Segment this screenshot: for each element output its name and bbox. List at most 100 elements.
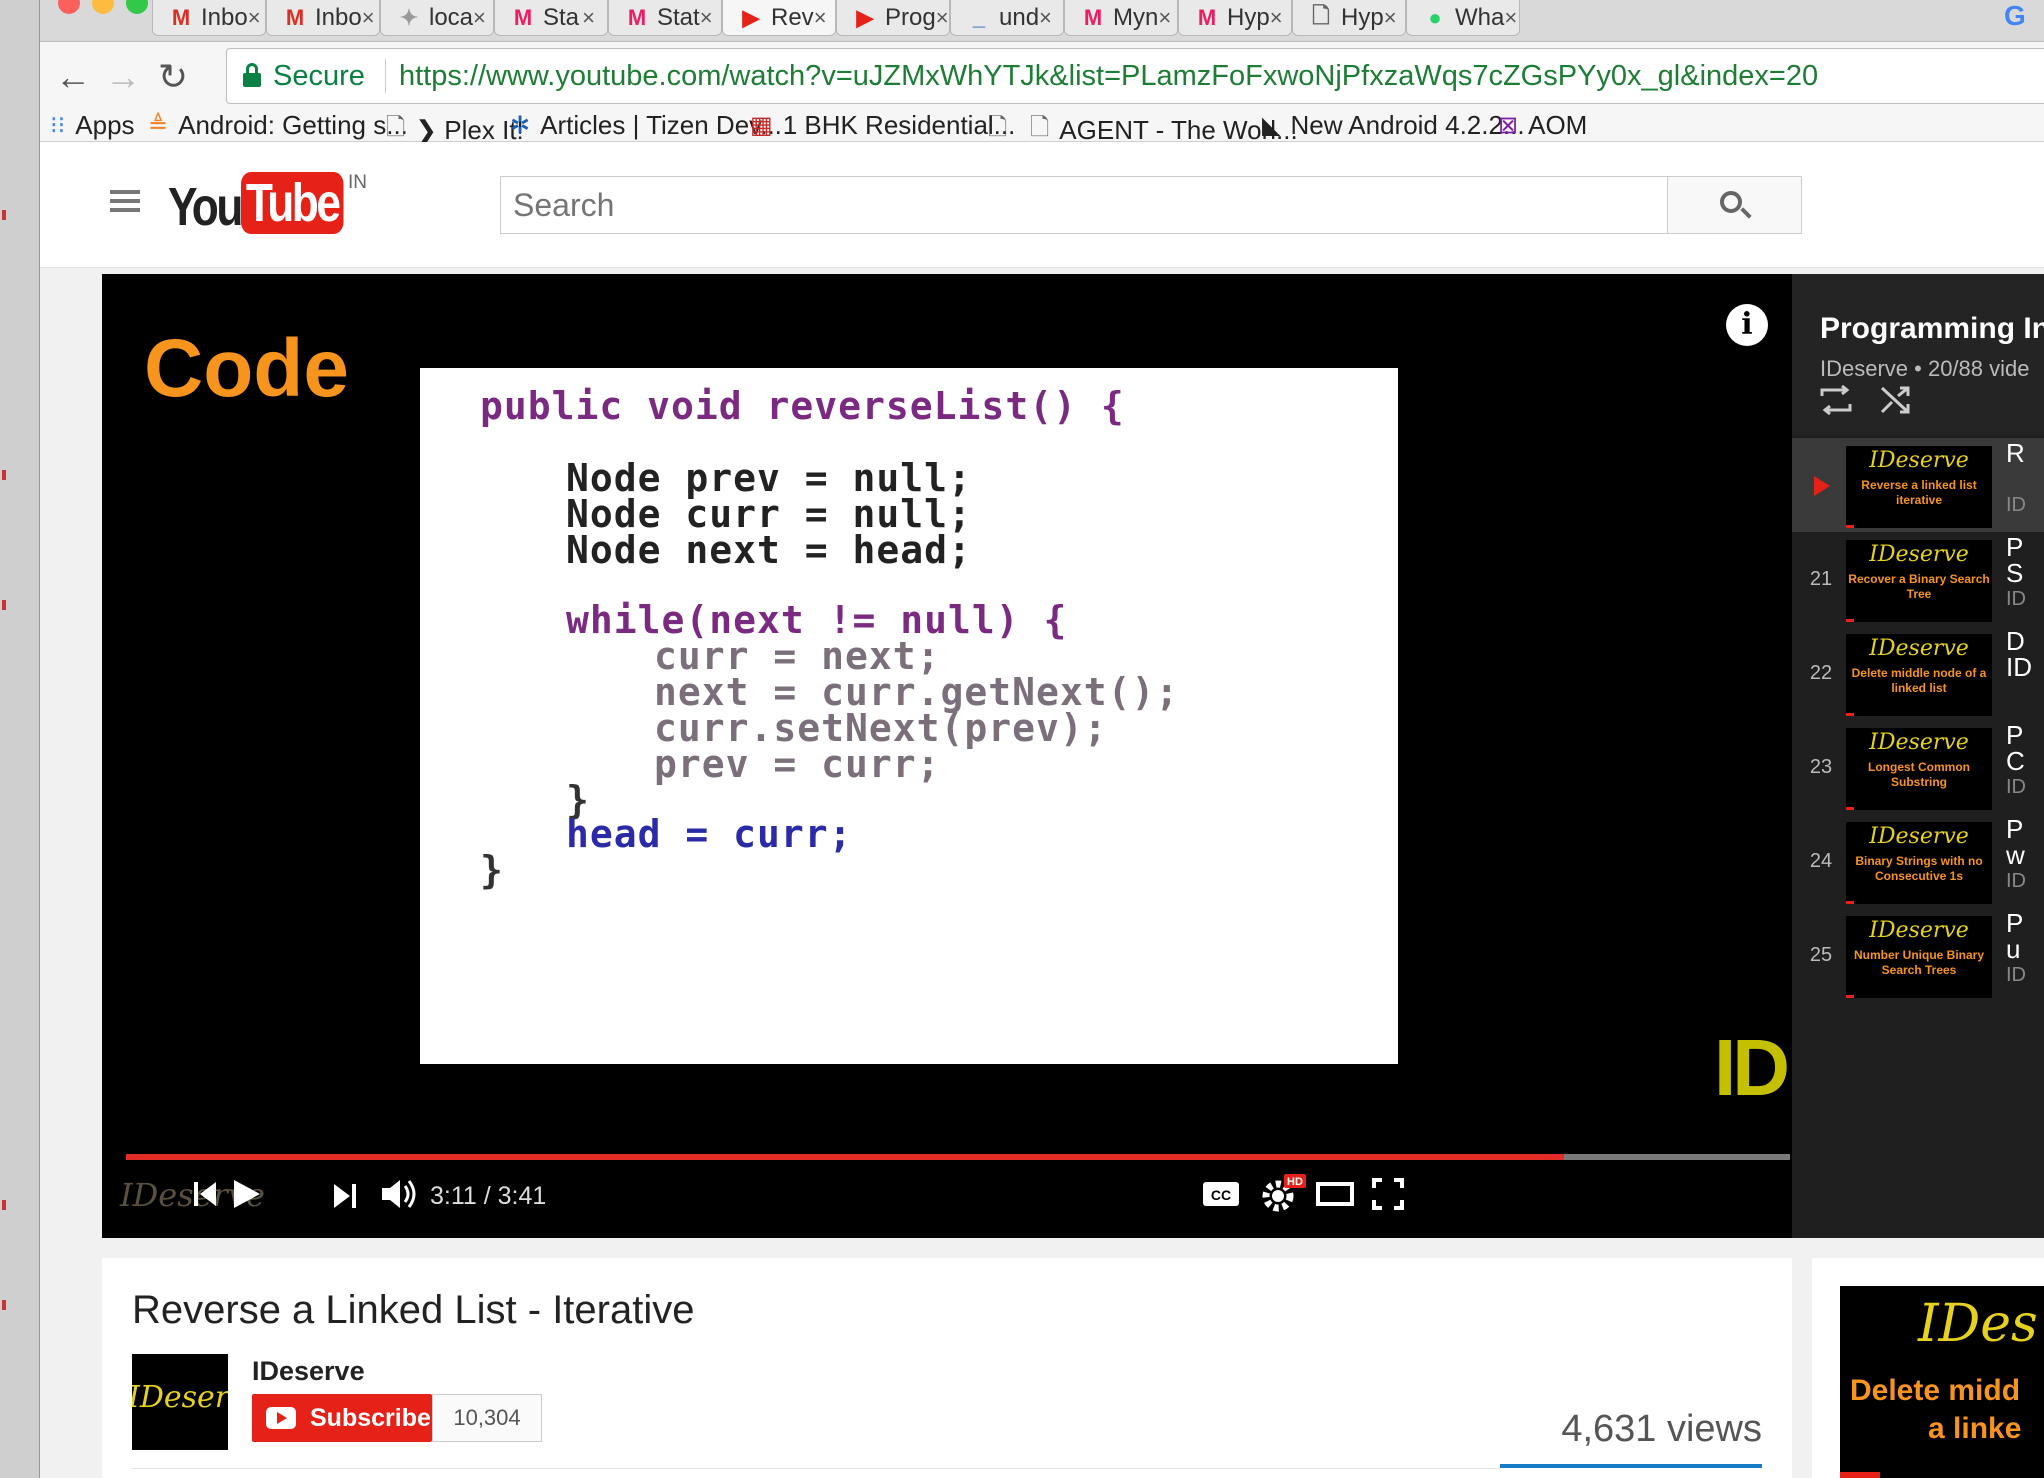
browser-tab[interactable]: 🗋 Hyp ×: [1292, 0, 1406, 36]
bookmark-item[interactable]: ≜ Android: Getting s...: [148, 110, 408, 141]
forward-arrow-icon[interactable]: →: [98, 52, 148, 102]
close-tab-icon[interactable]: ×: [582, 5, 595, 31]
browser-tab[interactable]: M Inbo ×: [152, 0, 266, 36]
close-tab-icon[interactable]: ×: [1504, 5, 1517, 31]
youtube-logo[interactable]: You Tube IN: [168, 172, 367, 242]
security-label: Secure: [273, 60, 365, 92]
tizen-icon: ✲: [510, 112, 531, 139]
close-tab-icon[interactable]: ×: [1270, 5, 1283, 31]
bookmark-item[interactable]: ◣ New Android 4.2.2...: [1262, 110, 1525, 141]
bookmark-label: Apps: [75, 110, 135, 140]
thumbnail-brand: IDeserve: [1869, 636, 1969, 661]
masthead: You Tube IN: [40, 142, 2044, 268]
menu-icon[interactable]: [110, 190, 140, 214]
playlist-item-title: C: [2006, 746, 2025, 776]
subscribe-label: Subscribe: [310, 1403, 431, 1432]
close-tab-icon[interactable]: ×: [362, 5, 375, 31]
playlist-item[interactable]: 22 IDeserve Delete middle node of a linked…: [1792, 626, 2044, 720]
close-tab-icon[interactable]: ×: [1384, 5, 1397, 31]
browser-tab[interactable]: ● Wha ×: [1406, 0, 1520, 36]
bookmark-label: 1 BHK Residential...: [782, 110, 1016, 140]
video-title: Reverse a Linked List - Iterative: [132, 1288, 695, 1332]
google-icon[interactable]: G: [2004, 0, 2044, 36]
tab-label: Myn: [1113, 3, 1159, 31]
code-line-text: public void reverseList() {: [480, 384, 1125, 428]
playlist-title[interactable]: Programming In: [1820, 312, 2044, 346]
loop-icon[interactable]: [1816, 382, 1856, 418]
code-slide: public void reverseList() { Node prev = …: [420, 368, 1398, 1064]
browser-tab[interactable]: ▶ Prog ×: [836, 0, 950, 36]
magicbricks-icon: ▦: [750, 112, 773, 139]
volume-icon[interactable]: [378, 1174, 422, 1214]
code-line: }: [480, 848, 504, 892]
like-ratio-bar: [1500, 1464, 1762, 1468]
bookmark-item[interactable]: ✲ Articles | Tizen Dev...: [510, 110, 782, 141]
browser-tab[interactable]: M Hyp ×: [1178, 0, 1292, 36]
thumbnail-title: Number Unique Binary Search Trees: [1853, 948, 1985, 977]
playlist-item[interactable]: 25 IDeserve Number Unique Binary Search Tr…: [1792, 908, 2044, 1002]
search-field[interactable]: [500, 176, 1668, 234]
close-tab-icon[interactable]: ×: [1158, 5, 1171, 31]
browser-tab[interactable]: M Sta ×: [494, 0, 608, 36]
video-player[interactable]: Code public void reverseList() { Node pr…: [102, 274, 1792, 1238]
playlist-index: 22: [1809, 662, 1833, 684]
aom-icon: ⊠: [1498, 112, 1519, 139]
gmail-icon: M: [171, 4, 191, 30]
playlist-item[interactable]: 23 IDeserve Longest Common Substring P C ID: [1792, 720, 2044, 814]
search-button[interactable]: [1668, 176, 1802, 234]
settings-gear-icon[interactable]: HD: [1258, 1168, 1310, 1216]
close-tab-icon[interactable]: ×: [473, 5, 486, 31]
up-next-brand: IDes: [1918, 1294, 2038, 1354]
playlist-item[interactable]: 21 IDeserve Recover a Binary Search Tree P S…: [1792, 532, 2044, 626]
url-text[interactable]: https://www.youtube.com/watch?v=uJZMxWhY…: [399, 60, 1818, 93]
zoom-window-icon[interactable]: [126, 0, 148, 14]
puzzle-icon: ✦: [399, 4, 419, 30]
playlist-header: Programming In IDeserve • 20/88 vide: [1792, 274, 2044, 434]
fullscreen-icon[interactable]: [1370, 1176, 1406, 1212]
divider: [132, 1468, 1500, 1469]
youtube-play-icon: [266, 1407, 296, 1429]
browser-tab[interactable]: ✦ loca ×: [380, 0, 494, 36]
close-window-icon[interactable]: [58, 0, 80, 14]
shuffle-icon[interactable]: [1876, 380, 1916, 420]
region-label: IN: [347, 172, 367, 193]
playlist-item[interactable]: 24 IDeserve Binary Strings with no Consecu…: [1792, 814, 2044, 908]
captions-icon[interactable]: CC: [1200, 1176, 1244, 1212]
playlist-index: 25: [1809, 944, 1833, 966]
thumbnail-title: Delete middle node of a linked list: [1851, 666, 1987, 695]
close-tab-icon[interactable]: ×: [1039, 5, 1052, 31]
close-tab-icon[interactable]: ×: [248, 5, 261, 31]
bookmark-item[interactable]: ⁝⁝ Apps: [50, 110, 135, 141]
playlist-item-title: ID: [2006, 652, 2032, 682]
browser-tab[interactable]: _ und ×: [950, 0, 1064, 36]
channel-avatar[interactable]: IDeserve: [132, 1354, 228, 1450]
playlist-item-title: R: [2006, 438, 2025, 468]
browser-tab[interactable]: M Myn ×: [1064, 0, 1178, 36]
browser-tab[interactable]: M Stat ×: [608, 0, 722, 36]
channel-name[interactable]: IDeserve: [252, 1356, 365, 1387]
next-icon[interactable]: [328, 1176, 368, 1216]
minimize-window-icon[interactable]: [92, 0, 114, 14]
browser-tab[interactable]: M Inbo ×: [266, 0, 380, 36]
bookmark-item[interactable]: ▦ 1 BHK Residential...: [750, 110, 1015, 141]
close-tab-icon[interactable]: ×: [700, 5, 713, 31]
reload-icon[interactable]: ↻: [148, 52, 198, 102]
playlist-item[interactable]: IDeserve Reverse a linked list iterative R…: [1792, 438, 2044, 532]
info-icon[interactable]: i: [1726, 304, 1768, 346]
subscribe-button[interactable]: Subscribe: [252, 1394, 432, 1442]
address-bar[interactable]: Secure https://www.youtube.com/watch?v=u…: [226, 48, 2044, 104]
close-tab-icon[interactable]: ×: [814, 5, 827, 31]
player-controls-left: [194, 1180, 260, 1208]
bookmarks-bar: ⁝⁝ Apps ≜ Android: Getting s... 🗋 ❯ Plex It! ✲…: [40, 104, 2044, 145]
close-tab-icon[interactable]: ×: [936, 5, 949, 31]
playlist-item-title: w: [2006, 840, 2025, 870]
back-arrow-icon[interactable]: ←: [48, 52, 98, 102]
up-next-thumbnail[interactable]: IDes Delete midd a linke: [1840, 1286, 2044, 1478]
progress-bar[interactable]: [126, 1154, 1790, 1160]
bookmark-item[interactable]: ⊠ AOM: [1498, 110, 1587, 141]
search-input[interactable]: [501, 177, 1667, 233]
theater-mode-icon[interactable]: [1314, 1176, 1358, 1212]
browser-tab[interactable]: ▶ Rev ×: [722, 0, 836, 36]
tab-label: Hyp: [1227, 3, 1270, 31]
playlist-index: 24: [1809, 850, 1833, 872]
